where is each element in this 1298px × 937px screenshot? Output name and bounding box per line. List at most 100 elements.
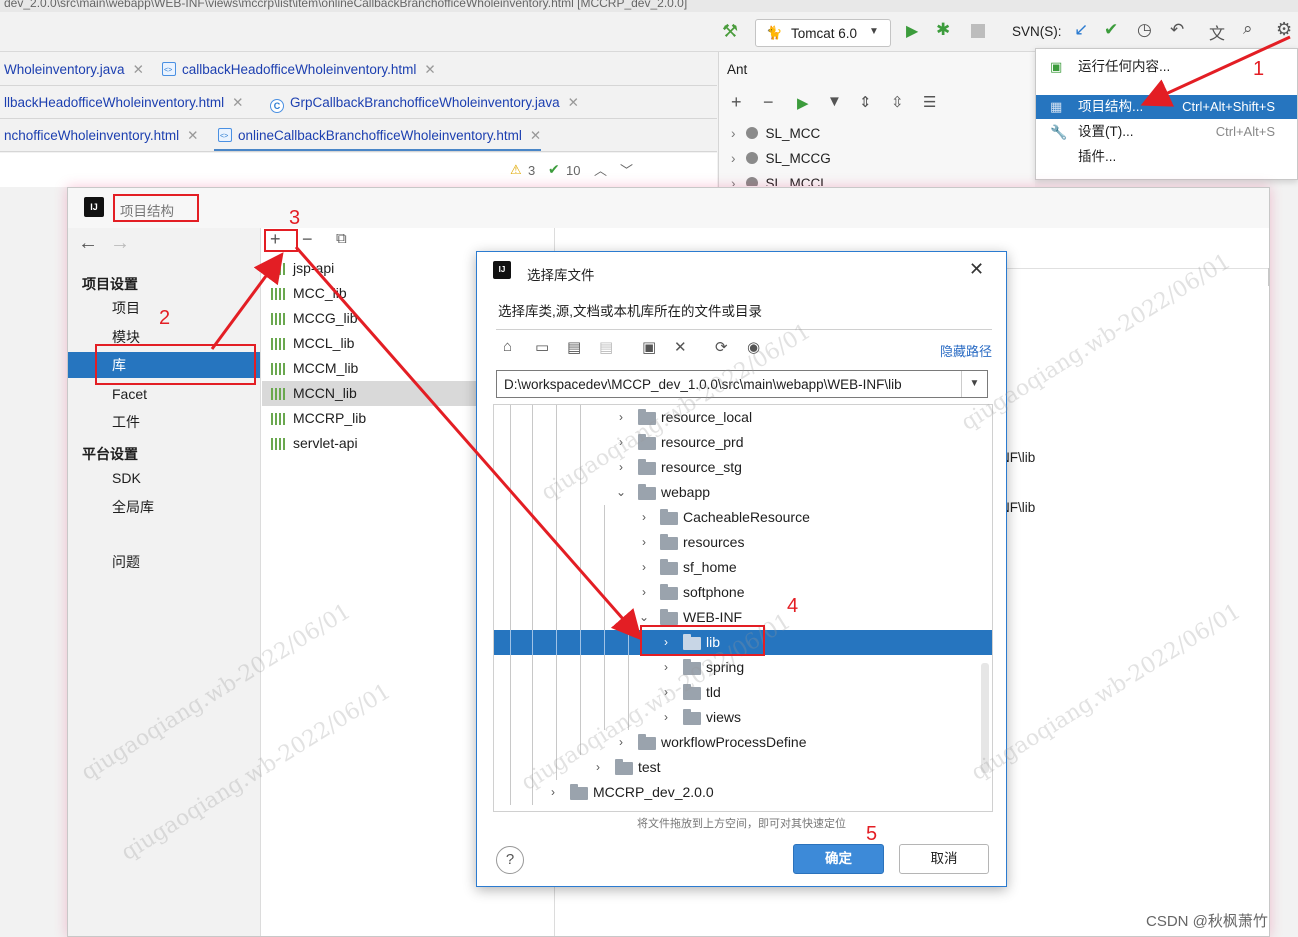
library-icon xyxy=(271,388,286,400)
menu-item-settings[interactable]: 🔧 设置(T)... Ctrl+Alt+S xyxy=(1036,120,1297,144)
dialog-title: 选择库文件 xyxy=(527,268,595,283)
nav-item-problems[interactable]: 问题 xyxy=(68,549,260,575)
translate-icon[interactable]: 文 xyxy=(1209,20,1225,44)
history-icon[interactable]: ◷ xyxy=(1137,20,1152,40)
ant-item[interactable]: › SL_MCCG xyxy=(731,151,831,166)
folder-icon xyxy=(660,584,678,600)
gear-icon[interactable]: ⚙ xyxy=(1276,19,1292,40)
editor-area: ⚠ 3 ✔ 10 ︿ ﹀ xyxy=(0,153,717,187)
remove-library-button[interactable]: − xyxy=(302,229,313,250)
copy-library-icon[interactable]: ⧉ xyxy=(336,230,347,247)
nav-item-label: 全局库 xyxy=(112,499,154,515)
editor-tab-row-3: nchofficeWholeinventory.html ✕ onlineCall… xyxy=(0,119,717,152)
ant-item-label: SL_MCC xyxy=(765,126,821,141)
debug-icon[interactable]: ✱ xyxy=(936,20,950,40)
nav-item-sdk[interactable]: SDK xyxy=(68,465,260,491)
tree-row[interactable]: › sf_home xyxy=(494,555,992,580)
menu-item-label: 设置(T)... xyxy=(1078,124,1134,139)
search-icon[interactable]: ⌕ xyxy=(1243,19,1253,39)
chevron-right-icon[interactable]: › xyxy=(638,530,650,555)
forward-arrow-icon[interactable]: → xyxy=(110,232,130,255)
delete-icon[interactable]: ✕ xyxy=(674,338,687,356)
ok-button[interactable]: 确定 xyxy=(793,844,884,874)
scrollbar[interactable] xyxy=(1268,268,1269,286)
project-folder-icon[interactable]: ▤ xyxy=(567,338,581,356)
editor-tab[interactable]: callbackHeadofficeWholeinventory.html ✕ xyxy=(158,53,436,85)
stop-icon[interactable] xyxy=(971,24,985,38)
chevron-right-icon[interactable]: › xyxy=(615,405,627,430)
nav-item-global-libraries[interactable]: 全局库 xyxy=(68,494,260,520)
ant-item[interactable]: › SL_MCC xyxy=(731,126,820,141)
close-icon[interactable]: ✕ xyxy=(568,95,579,110)
menu-item-project-structure[interactable]: ▦ 项目结构... Ctrl+Alt+Shift+S xyxy=(1036,95,1297,119)
revert-icon[interactable]: ↶ xyxy=(1170,20,1184,40)
library-icon xyxy=(271,438,286,450)
expand-all-icon[interactable]: ⇕ xyxy=(859,93,872,111)
editor-tab-active[interactable]: onlineCallbackBranchofficeWholeinventory… xyxy=(214,119,542,151)
chevron-right-icon[interactable]: › xyxy=(660,655,672,680)
editor-tab[interactable]: Wholeinventory.java ✕ xyxy=(0,53,144,85)
folder-icon xyxy=(660,559,678,575)
editor-tab[interactable]: C GrpCallbackBranchofficeWholeinventory.j… xyxy=(266,86,579,118)
add-icon[interactable]: + xyxy=(731,92,742,113)
cancel-button[interactable]: 取消 xyxy=(899,844,989,874)
remove-icon[interactable]: − xyxy=(763,92,774,113)
settings-icon[interactable]: ☰ xyxy=(923,93,936,111)
library-label: MCCG_lib xyxy=(293,310,358,326)
run-icon[interactable]: ▶ xyxy=(906,21,918,41)
chevron-down-icon[interactable]: ⌄ xyxy=(615,480,627,505)
help-button[interactable]: ? xyxy=(496,846,524,874)
back-arrow-icon[interactable]: ← xyxy=(78,232,98,255)
tree-row[interactable]: › CacheableResource xyxy=(494,505,992,530)
home-icon[interactable]: ⌂ xyxy=(503,338,512,355)
tree-row[interactable]: › resources xyxy=(494,530,992,555)
close-icon[interactable]: ✕ xyxy=(232,95,243,110)
editor-tab[interactable]: llbackHeadofficeWholeinventory.html ✕ xyxy=(0,86,243,118)
close-icon[interactable]: ✕ xyxy=(187,128,198,143)
tree-row[interactable]: › softphone xyxy=(494,580,992,605)
chevron-right-icon[interactable]: › xyxy=(638,555,650,580)
module-folder-icon[interactable]: ▤ xyxy=(599,338,613,356)
close-icon[interactable]: ✕ xyxy=(133,62,144,77)
chevron-right-icon[interactable]: › xyxy=(592,755,604,780)
svn-commit-icon[interactable]: ✔ xyxy=(1104,20,1118,40)
svn-update-icon[interactable]: ↙ xyxy=(1074,20,1088,40)
hammer-icon[interactable]: ⚒ xyxy=(722,21,738,42)
run-config-select[interactable]: 🐈 Tomcat 6.0 ▼ xyxy=(755,19,891,47)
editor-tab[interactable]: nchofficeWholeinventory.html ✕ xyxy=(0,119,198,151)
java-class-icon: C xyxy=(270,99,284,113)
desktop-icon[interactable]: ▭ xyxy=(535,338,549,356)
chevron-right-icon[interactable]: › xyxy=(638,505,650,530)
run-icon[interactable]: ▶ xyxy=(797,94,809,112)
menu-item-plugins[interactable]: 插件... xyxy=(1036,145,1297,169)
library-icon xyxy=(271,288,286,300)
tree-row[interactable]: › tld xyxy=(494,680,992,705)
filter-icon[interactable]: ▼ xyxy=(827,93,842,110)
close-icon[interactable]: ✕ xyxy=(969,259,984,280)
nav-item-artifacts[interactable]: 工件 xyxy=(68,409,260,435)
check-icon: ✔ xyxy=(548,161,560,177)
folder-icon xyxy=(660,534,678,550)
folder-icon xyxy=(660,609,678,625)
tree-row[interactable]: › MCCRP_dev_2.0.0 xyxy=(494,780,992,805)
tree-row[interactable]: › resource_prd xyxy=(494,430,992,455)
tree-label: MCCRP_dev_2.0.0 xyxy=(593,784,714,800)
tree-row[interactable]: › resource_local xyxy=(494,405,992,430)
chevron-up-icon[interactable]: ︿ xyxy=(594,160,607,179)
chevron-down-icon[interactable]: ﹀ xyxy=(620,160,633,179)
ant-item[interactable]: › SL_MCCL xyxy=(731,176,828,186)
dialog-description: 选择库类,源,文档或本机库所在的文件或目录 xyxy=(498,304,763,319)
hide-path-link[interactable]: 隐藏路径 xyxy=(940,341,992,360)
new-folder-icon[interactable]: ▣ xyxy=(642,338,656,356)
collapse-all-icon[interactable]: ⇳ xyxy=(891,93,904,111)
nav-item-label: 问题 xyxy=(112,554,140,570)
close-icon[interactable]: ✕ xyxy=(530,128,541,143)
chevron-right-icon[interactable]: › xyxy=(638,580,650,605)
folder-icon xyxy=(615,759,633,775)
tree-row[interactable]: › views xyxy=(494,705,992,730)
close-icon[interactable]: ✕ xyxy=(424,62,435,77)
ide-title-text: dev_2.0.0\src\main\webapp\WEB-INF\views\… xyxy=(4,0,688,10)
chevron-down-icon[interactable]: ▼ xyxy=(961,371,987,397)
tab-label: Wholeinventory.java xyxy=(4,62,125,77)
refresh-icon[interactable]: ⟳ xyxy=(715,338,728,356)
